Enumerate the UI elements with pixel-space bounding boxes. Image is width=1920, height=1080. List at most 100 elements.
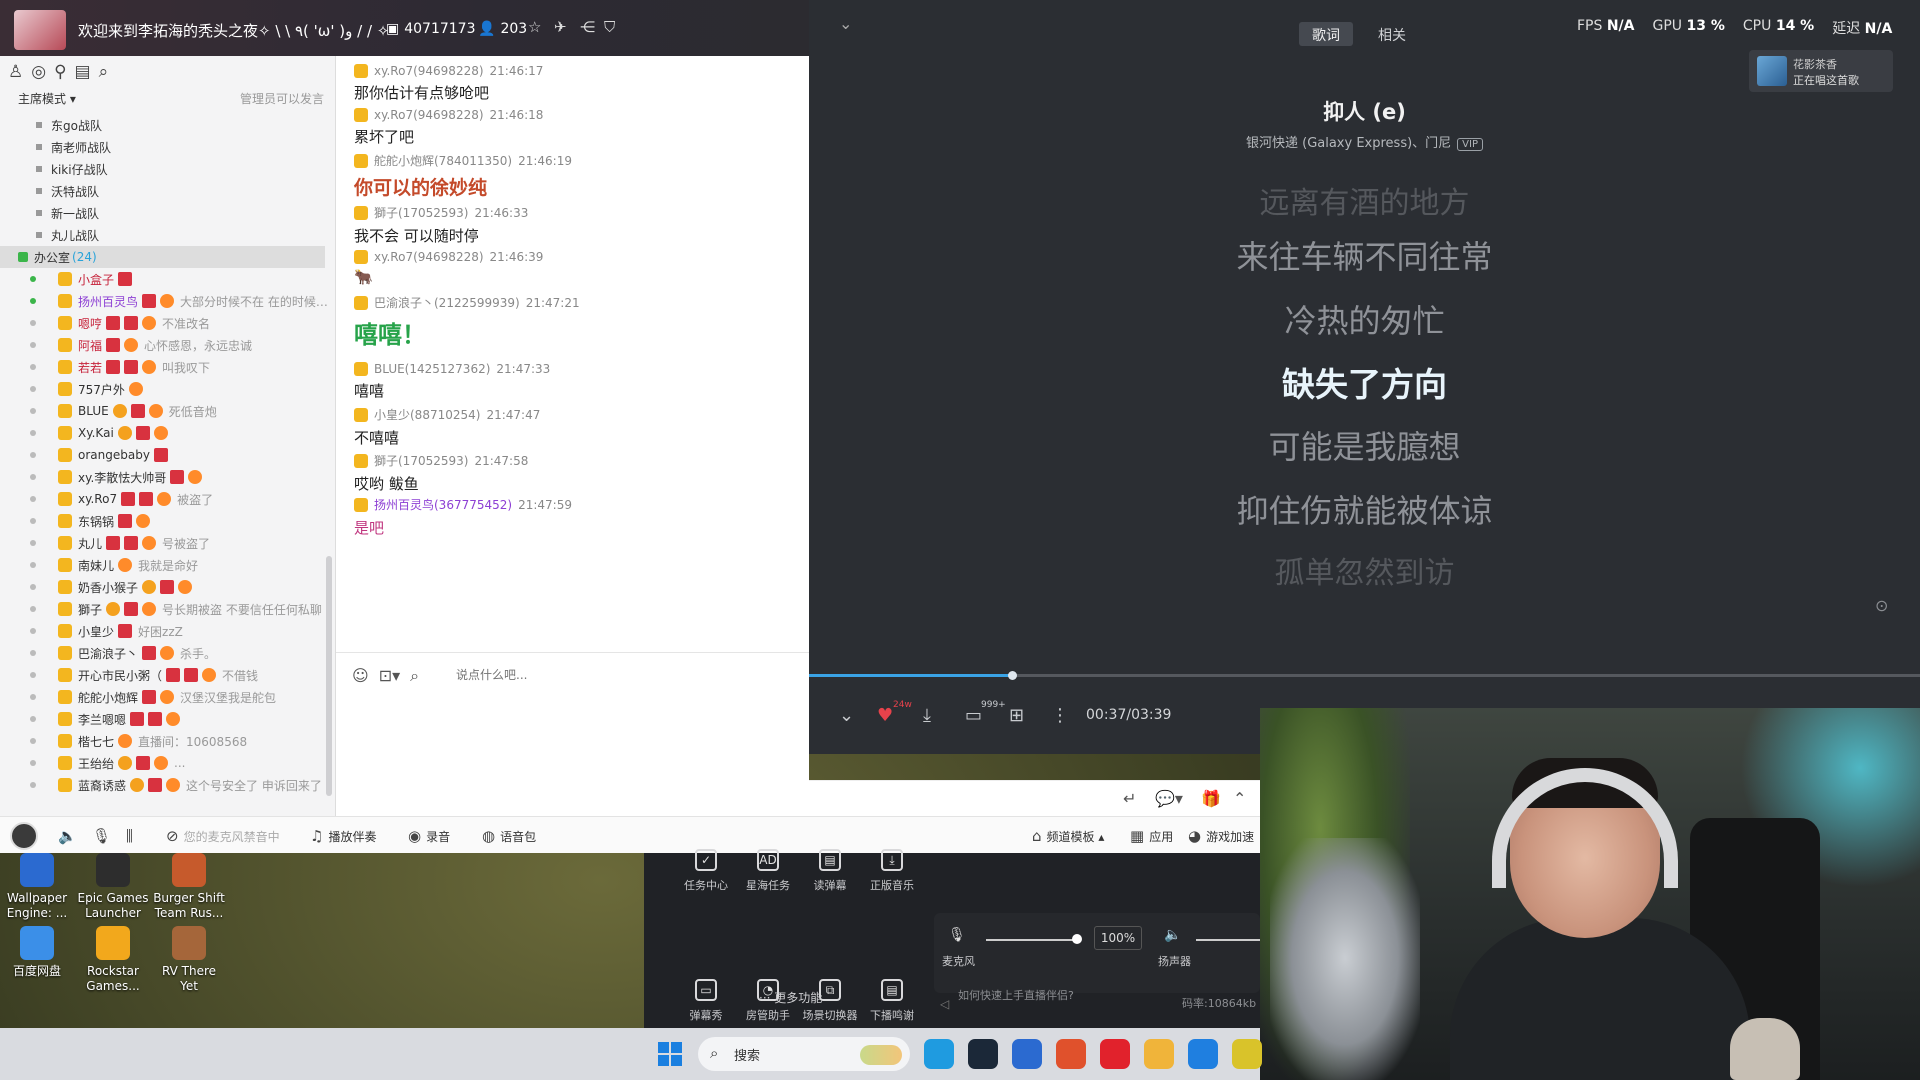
member-item[interactable]: 南妹儿 我就是命好 (0, 554, 336, 576)
desktop-icon[interactable]: 百度网盘 (1, 926, 73, 979)
member-item[interactable]: 若若 叫我叹下 (0, 356, 336, 378)
member-item[interactable]: BLUE 死低音炮 (0, 400, 336, 422)
member-item[interactable]: 嗯哼 不准改名 (0, 312, 336, 334)
member-item[interactable]: 小盒子 (0, 268, 336, 290)
mic-volume-handle[interactable] (1072, 934, 1082, 944)
member-item[interactable]: 阿福 心怀感恩，永远忠诚 (0, 334, 336, 356)
help-link[interactable]: 如何快速上手直播伴侣? (958, 987, 1074, 1003)
download-vip-icon[interactable]: ⤓ (923, 705, 931, 726)
chevron-down-icon[interactable]: ⌄ (839, 14, 852, 33)
member-item[interactable]: 獅子 号长期被盗 不要信任任何私聊 (0, 598, 336, 620)
message-user[interactable]: 扬州百灵鸟(367775452) (374, 496, 512, 513)
location-icon[interactable]: ⚲ (54, 62, 66, 82)
member-item[interactable]: xy.李散怯大帅哥 (0, 466, 336, 488)
panda-app-icon[interactable] (1144, 1039, 1174, 1069)
member-item[interactable]: 王绐绐... (0, 752, 336, 774)
member-item[interactable]: Xy.Kai (0, 422, 336, 444)
more-functions-button[interactable]: ··· 更多功能 (759, 989, 822, 1006)
game-app-icon[interactable] (1056, 1039, 1086, 1069)
member-item[interactable]: orangebaby (0, 444, 336, 466)
apps-button[interactable]: ▦ 应用 (1130, 827, 1173, 845)
search-icon[interactable]: ⌕ (99, 62, 109, 82)
member-item[interactable]: 奶香小猴子 (0, 576, 336, 598)
chevron-up-icon[interactable]: ⌃ (1233, 789, 1246, 808)
emoji-icon[interactable]: ☺ (352, 666, 369, 686)
volume-button[interactable]: 🔈 (58, 827, 77, 845)
assistant-tool[interactable]: AD 星海任务 (738, 849, 798, 893)
gamepad-icon[interactable]: ⊡▾ (379, 666, 400, 686)
plane-icon[interactable]: ✈ (554, 18, 567, 36)
share-icon[interactable]: ⋲ (580, 18, 595, 36)
assistant-tool[interactable]: ▤ 读弹幕 (800, 849, 860, 893)
record-button[interactable]: ◉ 录音 (408, 827, 450, 845)
message-user[interactable]: BLUE(1425127362) (374, 362, 490, 376)
progress-bar[interactable] (809, 671, 1920, 680)
message-user[interactable]: 小皇少(88710254) (374, 406, 480, 423)
accompany-button[interactable]: ♫ 播放伴奏 (310, 827, 376, 845)
message-user[interactable]: xy.Ro7(94698228) (374, 108, 484, 122)
more-options-icon[interactable]: ⋮ (1051, 705, 1069, 726)
team-item[interactable]: 沃特战队 (0, 180, 336, 202)
member-item[interactable]: 李兰嗯嗯 (0, 708, 336, 730)
kugou-app-icon[interactable] (1188, 1039, 1218, 1069)
team-item[interactable]: 东go战队 (0, 114, 336, 136)
tab-related[interactable]: 相关 (1365, 22, 1419, 46)
member-item[interactable]: 东锅锅 (0, 510, 336, 532)
return-icon[interactable]: ↵ (1123, 789, 1136, 808)
speaker-icon[interactable]: 🔈 (1164, 927, 1181, 943)
collapse-player-icon[interactable]: ⌄ (839, 705, 854, 726)
member-item[interactable]: 巴渝浪子丶 杀手。 (0, 642, 336, 664)
avatar[interactable] (10, 822, 38, 850)
steam-app-icon[interactable] (968, 1039, 998, 1069)
lyric-settings-icon[interactable]: ⊙ (1875, 596, 1888, 615)
desktop-icon[interactable]: Epic Games Launcher (77, 853, 149, 921)
assistant-tool[interactable]: ⤓ 正版音乐 (862, 849, 922, 893)
message-user[interactable]: xy.Ro7(94698228) (374, 250, 484, 264)
mic-volume-value[interactable]: 100% (1094, 926, 1142, 950)
message-user[interactable]: 舵舵小炮辉(784011350) (374, 152, 512, 169)
chat-bubble-icon[interactable]: 💬▾ (1155, 789, 1183, 808)
member-item[interactable]: 扬州百灵鸟 大部分时候不在 在的时候不理 (0, 290, 336, 312)
star-icon[interactable]: ☆ (528, 18, 541, 36)
message-user[interactable]: 巴渝浪子丶(2122599939) (374, 294, 520, 311)
member-item[interactable]: 蓝裔诱惑 这个号安全了 申诉回来了 (0, 774, 336, 796)
mode-dropdown[interactable]: 主席模式 ▾ (18, 90, 76, 107)
member-item[interactable]: 舵舵小炮辉 汉堡汉堡我是舵包 (0, 686, 336, 708)
heart-icon[interactable]: ♥ (877, 705, 893, 726)
voice-pack-button[interactable]: ◍ 语音包 (482, 827, 536, 845)
edge-app-icon[interactable] (924, 1039, 954, 1069)
assistant-tool[interactable]: ▭ 弹幕秀 (676, 979, 736, 1023)
tab-lyrics[interactable]: 歌词 (1299, 22, 1353, 46)
message-user[interactable]: xy.Ro7(94698228) (374, 64, 484, 78)
comment-icon[interactable]: ▭ (965, 705, 982, 726)
member-item[interactable]: xy.Ro7 被盗了 (0, 488, 336, 510)
obs-app-icon[interactable] (1232, 1039, 1262, 1069)
desktop-icon[interactable]: Rockstar Games... (77, 926, 149, 994)
message-user[interactable]: 獅子(17052593) (374, 452, 468, 469)
member-item[interactable]: 小皇少 好困zzZ (0, 620, 336, 642)
game-boost-button[interactable]: ◕ 游戏加速 (1188, 827, 1254, 845)
desktop-icon[interactable]: RV There Yet (153, 926, 225, 994)
netease-music-app-icon[interactable] (1100, 1039, 1130, 1069)
board-icon[interactable]: ▤ (75, 62, 91, 82)
gauge-icon[interactable]: ◎ (31, 62, 46, 82)
member-item[interactable]: 757户外 (0, 378, 336, 400)
start-button[interactable] (658, 1042, 682, 1066)
message-user[interactable]: 獅子(17052593) (374, 204, 468, 221)
desktop-icon[interactable]: Wallpaper Engine: ... (1, 853, 73, 921)
mic-volume-slider[interactable] (986, 939, 1078, 941)
shield-icon[interactable]: ⛉ (604, 18, 615, 36)
assistant-tool[interactable]: ▤ 下播鸣谢 (862, 979, 922, 1023)
add-to-playlist-icon[interactable]: ⊞ (1009, 705, 1024, 726)
team-item[interactable]: kiki仔战队 (0, 158, 336, 180)
member-list-scrollbar[interactable] (326, 556, 332, 796)
magic-search-icon[interactable]: ⌕ (410, 666, 419, 686)
chat-input[interactable] (456, 663, 786, 687)
team-item[interactable]: 丸儿战队 (0, 224, 336, 246)
taskbar-search[interactable]: ⌕ 搜索 (698, 1037, 910, 1071)
assistant-tool[interactable]: ✓ 任务中心 (676, 849, 736, 893)
artist-name[interactable]: 银河快递 (Galaxy Express)、门尼 (1246, 136, 1451, 151)
progress-handle[interactable] (1008, 671, 1018, 680)
desktop-icon[interactable]: Burger Shift Team Rus... (153, 853, 225, 921)
channel-template-button[interactable]: ⌂ 频道模板 ▴ (1032, 827, 1104, 845)
